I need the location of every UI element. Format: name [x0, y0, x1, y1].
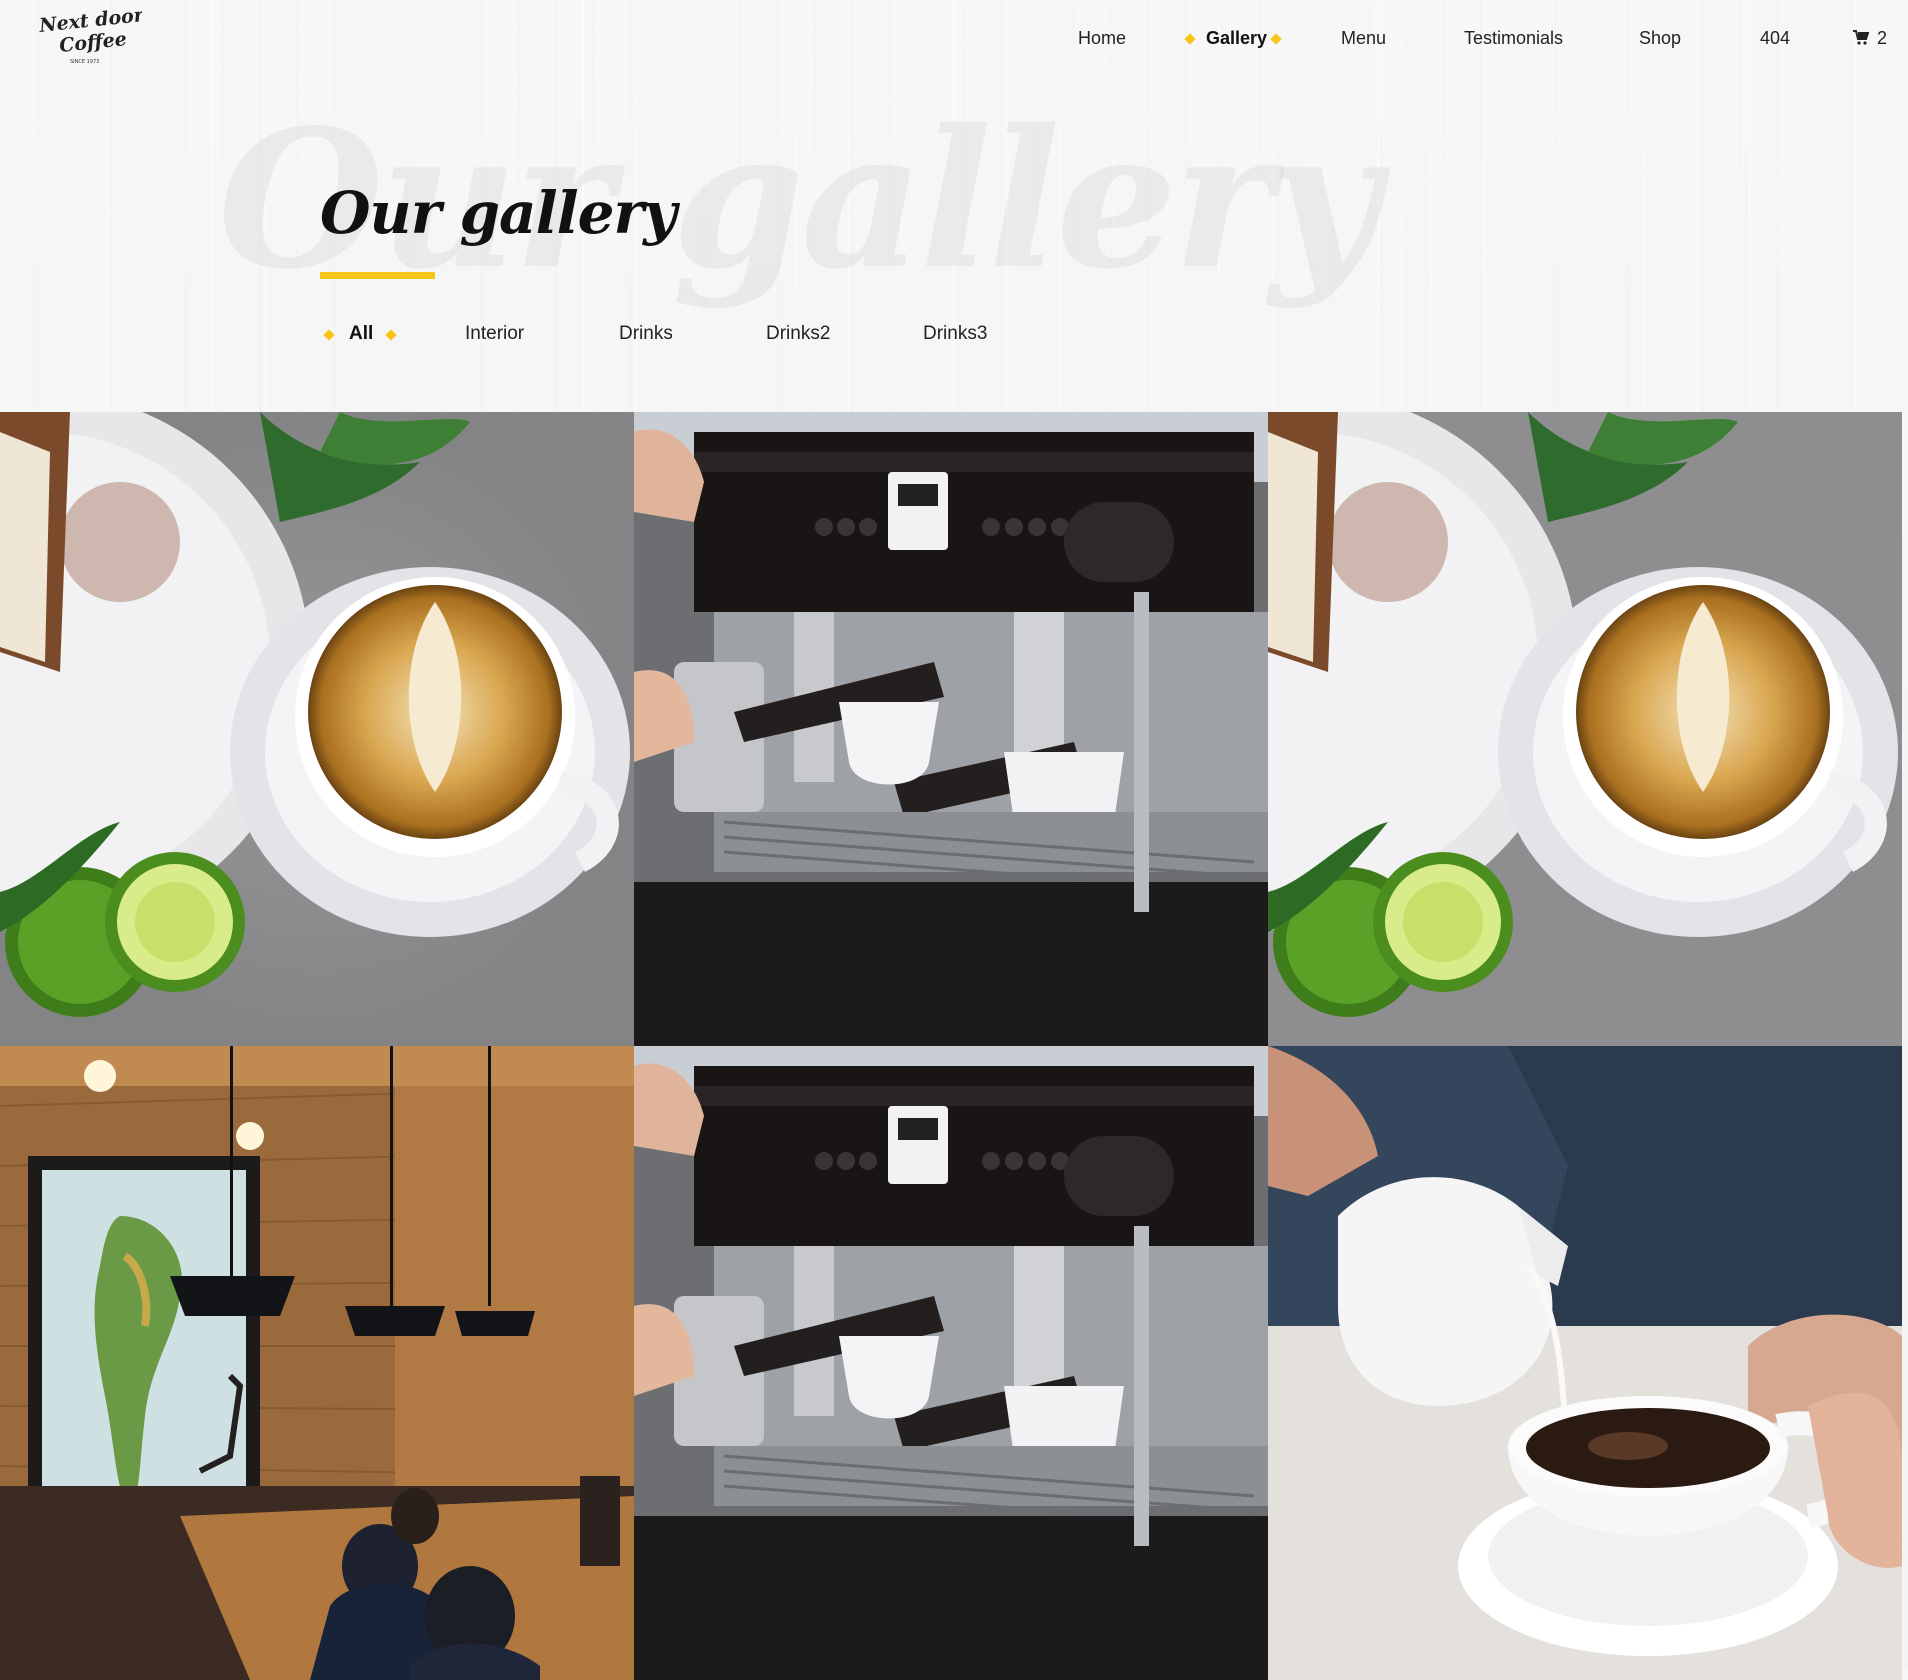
- main-nav: Home Gallery Menu Testimonials Shop 404 …: [0, 24, 1908, 54]
- filter-all[interactable]: All: [349, 320, 373, 348]
- filter-drinks[interactable]: Drinks: [619, 320, 673, 348]
- gallery-image-latte-limes-2[interactable]: [1268, 412, 1902, 1046]
- gallery-image-cafe-interior[interactable]: [0, 1046, 634, 1680]
- gallery-image-latte-limes[interactable]: [0, 412, 634, 1046]
- page-title: Our gallery: [320, 179, 677, 247]
- filter-drinks2[interactable]: Drinks2: [766, 320, 830, 348]
- nav-menu[interactable]: Menu: [1341, 24, 1386, 52]
- filter-active-right-diamond: [385, 329, 397, 341]
- logo-tagline: SINCE 1973: [70, 59, 99, 65]
- filter-drinks3[interactable]: Drinks3: [923, 320, 987, 348]
- nav-shop[interactable]: Shop: [1639, 24, 1681, 52]
- cart-button[interactable]: 2: [1853, 24, 1887, 52]
- active-left-diamond: [1184, 33, 1196, 45]
- gallery-image-espresso-machine[interactable]: [634, 412, 1268, 1046]
- shopping-cart-icon: [1853, 30, 1870, 45]
- gallery-filters: All Interior Drinks Drinks2 Drinks3: [0, 320, 1908, 350]
- title-underline: [320, 272, 435, 279]
- filter-active-left-diamond: [323, 329, 335, 341]
- gallery-grid: [0, 412, 1908, 1680]
- gallery-image-espresso-machine-2[interactable]: [634, 1046, 1268, 1680]
- nav-404[interactable]: 404: [1760, 24, 1790, 52]
- nav-home[interactable]: Home: [1078, 24, 1126, 52]
- gallery-image-milk-pour[interactable]: [1268, 1046, 1902, 1680]
- nav-testimonials[interactable]: Testimonials: [1464, 24, 1563, 52]
- nav-gallery[interactable]: Gallery: [1206, 24, 1267, 52]
- cart-count: 2: [1877, 28, 1888, 48]
- active-right-diamond: [1270, 33, 1282, 45]
- filter-interior[interactable]: Interior: [465, 320, 524, 348]
